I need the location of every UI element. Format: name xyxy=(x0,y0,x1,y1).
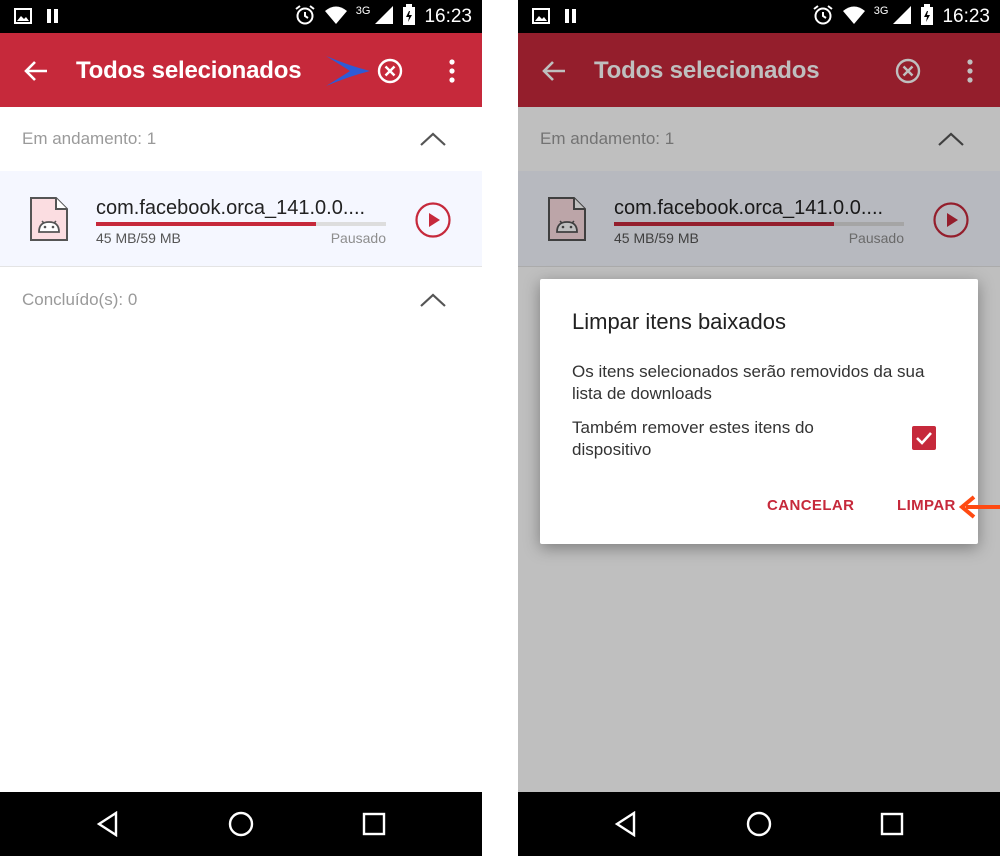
battery-icon xyxy=(920,3,934,31)
status-bar: 3G 16:23 xyxy=(518,0,1000,33)
annotation-arrow-icon xyxy=(958,494,1000,525)
pause-icon xyxy=(46,8,60,29)
clear-circle-x-icon[interactable] xyxy=(372,55,408,87)
wifi-icon xyxy=(324,5,348,30)
pause-icon xyxy=(564,8,578,29)
dialog-message: Os itens selecionados serão removidos da… xyxy=(572,362,925,403)
network-type: 3G xyxy=(873,5,889,17)
network-type: 3G xyxy=(355,5,371,17)
signal-icon xyxy=(892,5,912,30)
confirm-clear-button[interactable]: LIMPAR xyxy=(897,497,956,514)
back-triangle-icon[interactable] xyxy=(88,806,128,842)
signal-icon xyxy=(374,5,394,30)
download-item[interactable]: com.facebook.orca_141.0.0.... 45 MB/59 M… xyxy=(0,171,482,267)
alarm-icon xyxy=(294,4,316,31)
chevron-up-icon[interactable] xyxy=(418,290,448,310)
android-apk-file-icon xyxy=(28,195,70,243)
battery-icon xyxy=(402,3,416,31)
back-arrow-icon[interactable] xyxy=(20,55,52,87)
alarm-icon xyxy=(812,4,834,31)
download-progress-bar xyxy=(96,222,386,226)
dialog-title: Limpar itens baixados xyxy=(572,309,787,334)
screen-left: 3G 16:23 Todos selecionados Em andamento… xyxy=(0,0,482,856)
play-icon[interactable] xyxy=(414,201,452,239)
back-triangle-icon[interactable] xyxy=(606,806,646,842)
cancel-button[interactable]: CANCELAR xyxy=(767,497,854,514)
wifi-icon xyxy=(842,5,866,30)
file-name: com.facebook.orca_141.0.0.... xyxy=(96,197,366,219)
section-completed: Concluído(s): 0 xyxy=(0,268,482,332)
more-vert-icon[interactable] xyxy=(436,55,468,87)
screen-right: 3G 16:23 Todos selecionados Em andamento… xyxy=(518,0,1000,856)
recents-square-icon[interactable] xyxy=(354,806,394,842)
clock: 16:23 xyxy=(942,6,990,27)
image-icon xyxy=(14,8,32,29)
remove-from-device-checkbox[interactable] xyxy=(912,426,936,450)
section-in-progress: Em andamento: 1 xyxy=(0,107,482,171)
status-bar: 3G 16:23 xyxy=(0,0,482,33)
download-status: Pausado xyxy=(330,230,386,246)
app-bar: Todos selecionados xyxy=(0,33,482,107)
remove-from-device-label: Também remover estes itens do dispositiv… xyxy=(572,418,814,459)
download-progress-fill xyxy=(96,222,317,226)
section-label: Em andamento: 1 xyxy=(22,129,157,148)
clear-downloads-dialog: Limpar itens baixados Os itens seleciona… xyxy=(540,279,978,544)
nav-bar xyxy=(0,792,482,856)
clock: 16:23 xyxy=(424,6,472,27)
home-circle-icon[interactable] xyxy=(739,806,779,842)
chevron-up-icon[interactable] xyxy=(418,129,448,149)
home-circle-icon[interactable] xyxy=(221,806,261,842)
recents-square-icon[interactable] xyxy=(872,806,912,842)
annotation-arrow-icon xyxy=(324,54,372,93)
file-size: 45 MB/59 MB xyxy=(96,230,181,246)
checkmark-icon xyxy=(916,432,932,445)
image-icon xyxy=(532,8,550,29)
section-label: Concluído(s): 0 xyxy=(22,290,138,309)
nav-bar xyxy=(518,792,1000,856)
page-title: Todos selecionados xyxy=(76,57,302,84)
